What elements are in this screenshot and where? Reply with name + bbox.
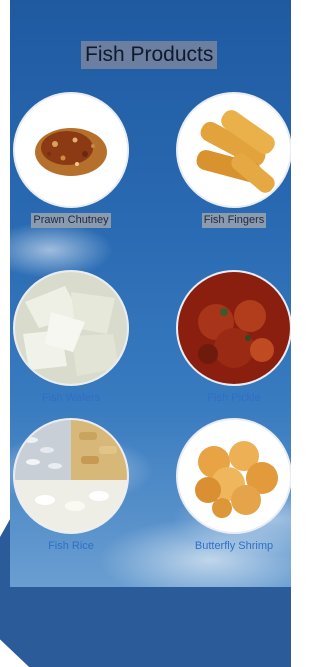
product-label-fish-wafers[interactable]: Fish Wafers (40, 391, 102, 406)
page-title: Fish Products (81, 41, 218, 69)
product-card-butterfly-shrimp[interactable]: Butterfly Shrimp (176, 418, 291, 554)
product-image-fish-wafers[interactable] (13, 270, 129, 386)
chutney-image-icon (35, 128, 107, 176)
product-label-butterfly-shrimp[interactable]: Butterfly Shrimp (193, 539, 275, 554)
page: Fish Products Prawn Chutney Fish Fingers… (0, 0, 291, 667)
fish-wafers-image-icon (15, 272, 127, 384)
bottom-blue-band (0, 575, 291, 667)
product-card-prawn-chutney[interactable]: Prawn Chutney (13, 92, 129, 228)
product-image-fish-pickle[interactable] (176, 270, 291, 386)
fish-fingers-image-icon (196, 110, 275, 193)
product-card-fish-rice[interactable]: Fish Rice (13, 418, 129, 554)
product-label-fish-rice[interactable]: Fish Rice (46, 539, 96, 554)
butterfly-shrimp-image-icon (195, 441, 278, 518)
product-card-fish-wafers[interactable]: Fish Wafers (13, 270, 129, 406)
product-label-fish-pickle[interactable]: Fish Pickle (205, 391, 262, 406)
product-card-fish-pickle[interactable]: Fish Pickle (176, 270, 291, 406)
product-image-fish-fingers[interactable] (176, 92, 291, 208)
product-image-butterfly-shrimp[interactable] (176, 418, 291, 534)
product-image-fish-rice[interactable] (13, 418, 129, 534)
fish-rice-image-icon (15, 420, 127, 532)
products-panel: Fish Products Prawn Chutney Fish Fingers… (10, 0, 291, 587)
product-label-prawn-chutney[interactable]: Prawn Chutney (31, 213, 111, 228)
fish-pickle-image-icon (178, 272, 290, 384)
product-image-prawn-chutney[interactable] (13, 92, 129, 208)
product-card-fish-fingers[interactable]: Fish Fingers (176, 92, 291, 228)
product-label-fish-fingers[interactable]: Fish Fingers (201, 213, 267, 228)
